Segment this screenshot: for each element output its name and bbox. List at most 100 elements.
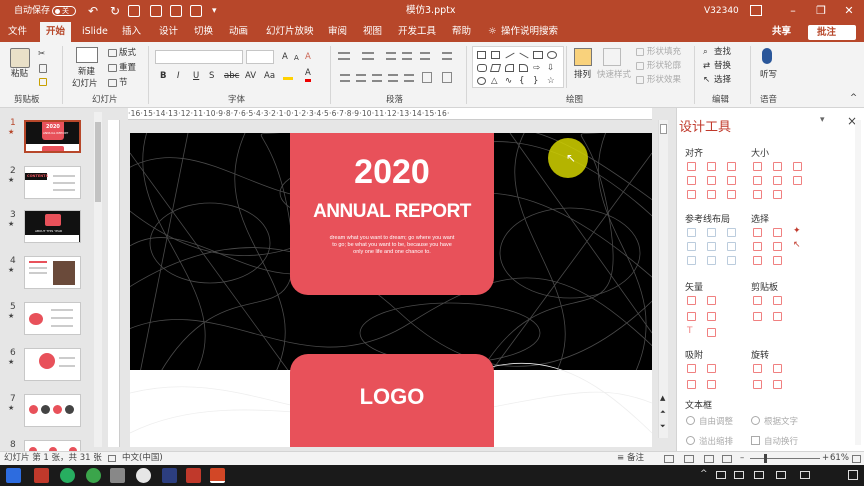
quick-access-icon[interactable] (190, 5, 202, 17)
align-left-icon[interactable] (340, 74, 350, 82)
rotate-left-icon[interactable] (753, 364, 762, 373)
slideshow-view-icon[interactable] (722, 455, 732, 463)
wechat-icon[interactable] (60, 468, 75, 483)
shape-effects-button[interactable]: 形状效果 (647, 74, 681, 86)
scrollbar-thumb[interactable] (660, 124, 667, 134)
italic-button[interactable]: I (177, 70, 180, 82)
tagline-3[interactable]: only one life and one chance to. (290, 249, 494, 256)
reset-button[interactable]: 重置 (119, 62, 136, 74)
select-cursor-icon[interactable]: ↖ (793, 240, 801, 250)
normal-view-icon[interactable] (664, 455, 674, 463)
align-right-icon[interactable] (727, 162, 736, 171)
increase-indent-icon[interactable] (402, 52, 412, 60)
cut-icon[interactable]: ✂ (38, 48, 45, 60)
prev-slide-icon[interactable]: ⏶ (660, 408, 666, 417)
select-same-line-icon[interactable] (753, 242, 762, 251)
grow-font-icon[interactable]: A (282, 51, 288, 63)
copy-size-icon[interactable] (753, 312, 762, 321)
layout-button[interactable]: 版式 (119, 47, 136, 59)
fit-size-icon[interactable] (793, 176, 802, 185)
paste-size-icon[interactable] (773, 312, 782, 321)
font-name-input[interactable] (155, 50, 243, 64)
align-center-icon[interactable] (707, 162, 716, 171)
zoom-level[interactable]: 61% (830, 452, 849, 465)
zoom-in-icon[interactable]: + (822, 452, 829, 465)
zoom-out-icon[interactable]: – (740, 452, 744, 465)
islide-icon[interactable] (128, 5, 140, 17)
select-same-fill-icon[interactable] (773, 228, 782, 237)
tab-design[interactable]: 设计 (159, 22, 178, 42)
font-size-input[interactable] (246, 50, 274, 64)
battery-icon[interactable] (800, 471, 810, 479)
sorter-view-icon[interactable] (684, 455, 694, 463)
textbox-shape-icon[interactable] (477, 51, 486, 59)
arrow-right-shape-icon[interactable]: ⇨ (533, 62, 540, 74)
underline-button[interactable]: U (193, 70, 199, 82)
explorer-icon[interactable] (110, 468, 125, 483)
new-slide-icon[interactable] (76, 47, 98, 63)
select-group-icon[interactable] (773, 256, 782, 265)
fit-slide-icon[interactable] (852, 455, 861, 463)
star-shape-icon[interactable]: ☆ (547, 75, 555, 87)
save-icon[interactable] (170, 5, 182, 17)
collapse-ribbon-icon[interactable]: ^ (850, 92, 857, 104)
paste-icon[interactable] (10, 48, 30, 68)
vector-text-icon[interactable]: T (687, 326, 693, 336)
vector-fragment-icon[interactable] (687, 312, 696, 321)
slide-thumbnail-4[interactable] (24, 256, 81, 289)
char-spacing-button[interactable]: AV (245, 70, 256, 82)
find-button[interactable]: 查找 (714, 46, 731, 58)
minimize-button[interactable]: – (778, 0, 808, 22)
align-bottom-icon[interactable] (727, 176, 736, 185)
align-middle-icon[interactable] (707, 176, 716, 185)
curve-icon[interactable] (519, 64, 528, 72)
align-text-icon[interactable] (442, 72, 452, 83)
stretch-left-icon[interactable] (753, 190, 762, 199)
flip-v-icon[interactable] (773, 380, 782, 389)
line-spacing-icon[interactable] (420, 52, 430, 60)
select-similar-icon[interactable] (753, 228, 762, 237)
vector-subtract-icon[interactable] (707, 328, 716, 337)
ribbon-display-icon[interactable] (750, 5, 762, 16)
scrollbar-thumb[interactable] (95, 122, 101, 202)
distribute-h-icon[interactable] (687, 190, 696, 199)
slide-thumbnail-6[interactable] (24, 348, 81, 381)
redo-icon[interactable]: ↻ (110, 0, 120, 22)
align-center-icon[interactable] (356, 74, 366, 82)
shapes-gallery[interactable]: ⇨ ⇩ △ ∿ { } ☆ (472, 46, 564, 88)
justify-icon[interactable] (388, 74, 398, 82)
same-height-icon[interactable] (773, 162, 782, 171)
circle-shape-icon[interactable] (477, 77, 486, 85)
bullets-icon[interactable] (338, 52, 350, 60)
tab-file[interactable]: 文件 (8, 22, 27, 42)
tab-animations[interactable]: 动画 (229, 22, 248, 42)
guide-cols-icon[interactable] (707, 256, 716, 265)
gallery-scroll[interactable] (566, 46, 572, 88)
slide-canvas[interactable]: 2020 ANNUAL REPORT dream what you want t… (130, 133, 652, 447)
quick-styles-icon[interactable] (603, 48, 621, 66)
customize-qat-icon[interactable]: ▾ (212, 0, 217, 22)
logo-text[interactable]: LOGO (290, 384, 494, 410)
title-card[interactable]: 2020 ANNUAL REPORT dream what you want t… (290, 133, 494, 295)
brace-right-icon[interactable]: } (533, 75, 538, 87)
zoom-slider[interactable] (750, 454, 820, 463)
panel-scrollbar[interactable] (855, 120, 861, 445)
autosave-toggle[interactable]: 关 (52, 6, 76, 16)
notes-button[interactable]: 备注 (627, 452, 644, 465)
slide-thumbnail-1[interactable]: 2020 ANNUAL REPORT (24, 120, 81, 153)
align-left-icon[interactable] (687, 162, 696, 171)
tab-developer[interactable]: 开发工具 (398, 22, 436, 42)
tab-insert[interactable]: 插入 (122, 22, 141, 42)
logo-card[interactable]: LOGO (290, 354, 494, 447)
guide-left-icon[interactable] (687, 228, 696, 237)
shape-outline-button[interactable]: 形状轮廓 (647, 60, 681, 72)
arrow-shape-icon[interactable] (519, 52, 529, 59)
network-icon[interactable] (716, 471, 726, 479)
clear-format-icon[interactable]: A (305, 51, 311, 63)
select-button[interactable]: 选择 (714, 74, 731, 86)
distribute-grid-icon[interactable] (727, 190, 736, 199)
notification-icon[interactable] (848, 470, 858, 480)
guide-bottom-icon[interactable] (727, 242, 736, 251)
bold-button[interactable]: B (160, 70, 166, 82)
slide-thumbnail-5[interactable] (24, 302, 81, 335)
